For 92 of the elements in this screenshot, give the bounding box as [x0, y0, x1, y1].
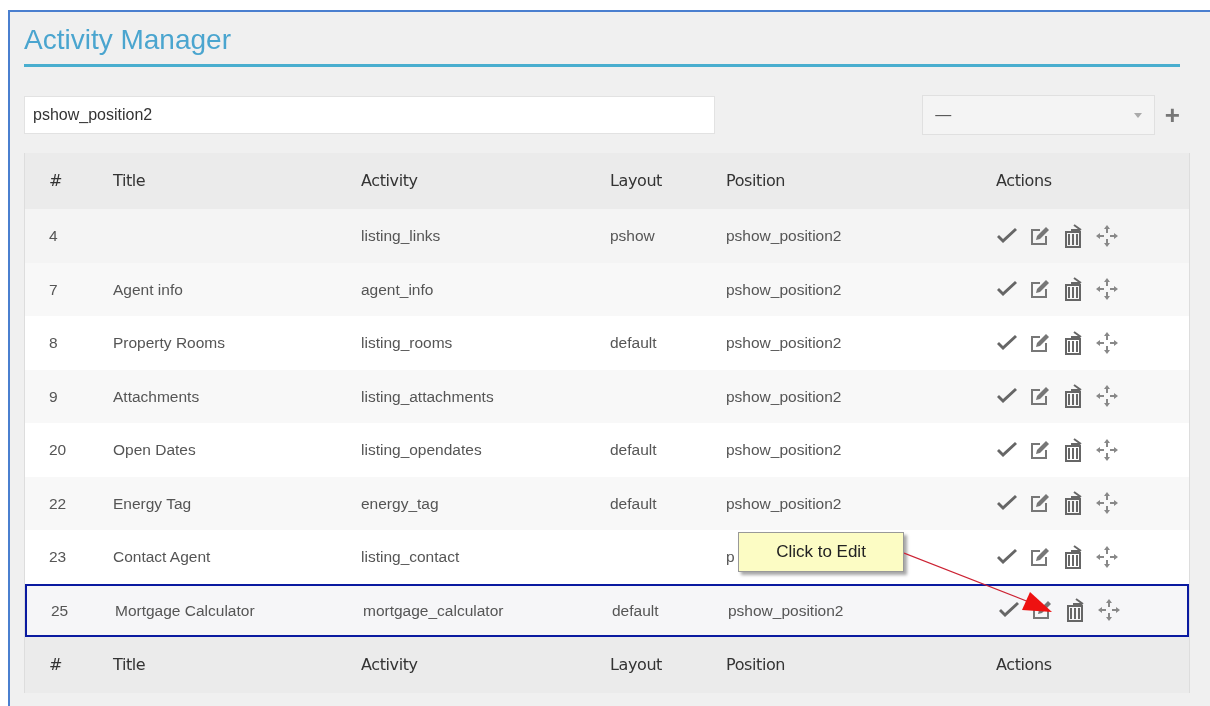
tooltip: Click to Edit — [738, 532, 904, 572]
column-header: Activity — [361, 655, 418, 674]
table-cell: Mortgage Calculator — [115, 601, 255, 619]
table-cell: agent_info — [361, 280, 434, 298]
column-header: Activity — [361, 171, 418, 190]
column-header: Actions — [996, 655, 1052, 674]
move-icon[interactable] — [1096, 545, 1118, 568]
move-icon[interactable] — [1096, 385, 1118, 408]
table-cell: 9 — [49, 387, 58, 405]
move-icon[interactable] — [1096, 331, 1118, 354]
table-cell: listing_rooms — [361, 334, 453, 352]
caret-icon — [1133, 112, 1142, 118]
add-button[interactable]: + — [1164, 102, 1180, 128]
table-cell: default — [610, 494, 657, 512]
trash-icon[interactable] — [1062, 223, 1084, 248]
table-cell: Property Rooms — [113, 334, 225, 352]
edit-icon[interactable] — [1030, 439, 1050, 460]
edit-icon[interactable] — [1030, 493, 1050, 514]
move-icon[interactable] — [1096, 278, 1118, 301]
check-icon[interactable] — [996, 387, 1018, 406]
column-header: Title — [113, 171, 146, 190]
table-cell: listing_links — [361, 227, 441, 245]
trash-icon[interactable] — [1062, 544, 1084, 569]
check-icon[interactable] — [996, 547, 1018, 566]
table-cell: 4 — [49, 227, 58, 245]
table-cell: pshow_position2 — [728, 601, 844, 619]
page-title: Activity Manager — [24, 23, 232, 57]
column-header: Actions — [996, 171, 1052, 190]
table-cell: pshow_position2 — [726, 387, 842, 405]
edit-icon[interactable] — [1030, 386, 1050, 407]
table-row[interactable]: 4 listing_links pshow pshow_position2 — [25, 209, 1189, 263]
edit-icon[interactable] — [1030, 332, 1050, 353]
table-cell: energy_tag — [361, 494, 439, 512]
table-cell: pshow_position2 — [726, 227, 842, 245]
table-cell: pshow_position2 — [726, 441, 842, 459]
table-cell: p — [726, 548, 735, 566]
column-header: Layout — [610, 171, 662, 190]
table-row[interactable]: 7 Agent info agent_info pshow_position2 — [25, 262, 1189, 316]
table-cell: 8 — [49, 334, 58, 352]
table-cell: Energy Tag — [113, 494, 192, 512]
table-row[interactable]: 22 Energy Tag energy_tag default pshow_position2 — [25, 476, 1189, 530]
check-icon[interactable] — [996, 333, 1018, 352]
table-cell: default — [610, 334, 657, 352]
check-icon[interactable] — [996, 494, 1018, 513]
table-cell: listing_attachments — [361, 387, 494, 405]
column-header: Position — [726, 655, 786, 674]
check-icon[interactable] — [996, 440, 1018, 459]
move-icon[interactable] — [1096, 492, 1118, 515]
table-cell: Contact Agent — [113, 548, 211, 566]
trash-icon[interactable] — [1062, 491, 1084, 516]
trash-icon[interactable] — [1062, 330, 1084, 355]
table-cell: Open Dates — [113, 441, 196, 459]
table-row[interactable]: 20 Open Dates listing_opendates default pshow_position2 — [25, 423, 1189, 477]
trash-icon[interactable] — [1064, 598, 1086, 623]
check-icon[interactable] — [996, 280, 1018, 299]
column-header: # — [49, 655, 62, 674]
table-cell: 7 — [49, 280, 58, 298]
table-cell: 25 — [51, 601, 69, 619]
table-cell: 23 — [49, 548, 67, 566]
table-row[interactable]: 9 Attachments listing_attachments pshow_position2 — [25, 369, 1189, 423]
table-row[interactable]: 8 Property Rooms listing_rooms default pshow_position2 — [25, 316, 1189, 370]
table-row[interactable]: 25 Mortgage Calculator mortgage_calculator default pshow_position2 — [25, 583, 1189, 637]
table-cell: pshow_position2 — [726, 494, 842, 512]
table-cell: listing_contact — [361, 548, 460, 566]
table-cell: 22 — [49, 494, 67, 512]
check-icon[interactable] — [996, 226, 1018, 245]
column-header: Title — [113, 655, 146, 674]
move-icon[interactable] — [1096, 438, 1118, 461]
table-cell: listing_opendates — [361, 441, 482, 459]
dropdown[interactable]: — — [922, 95, 1155, 135]
edit-icon[interactable] — [1030, 546, 1050, 567]
table-cell: pshow — [610, 227, 655, 245]
table-cell: mortgage_calculator — [363, 601, 504, 619]
edit-icon[interactable] — [1030, 279, 1050, 300]
move-icon[interactable] — [1098, 599, 1120, 622]
trash-icon[interactable] — [1062, 277, 1084, 302]
table-cell: default — [610, 441, 657, 459]
trash-icon[interactable] — [1062, 384, 1084, 409]
check-icon[interactable] — [998, 601, 1020, 620]
move-icon[interactable] — [1096, 224, 1118, 247]
table-cell: pshow_position2 — [726, 280, 842, 298]
column-header: Position — [726, 171, 786, 190]
table-cell: default — [612, 601, 659, 619]
table-cell: Attachments — [113, 387, 200, 405]
column-header: # — [49, 171, 62, 190]
table-cell: 20 — [49, 441, 67, 459]
table-cell: Agent info — [113, 280, 183, 298]
filter-input-field[interactable]: pshow_position2 — [24, 96, 716, 134]
trash-icon[interactable] — [1062, 437, 1084, 462]
edit-icon[interactable] — [1030, 225, 1050, 246]
table-cell: pshow_position2 — [726, 334, 842, 352]
column-header: Layout — [610, 655, 662, 674]
